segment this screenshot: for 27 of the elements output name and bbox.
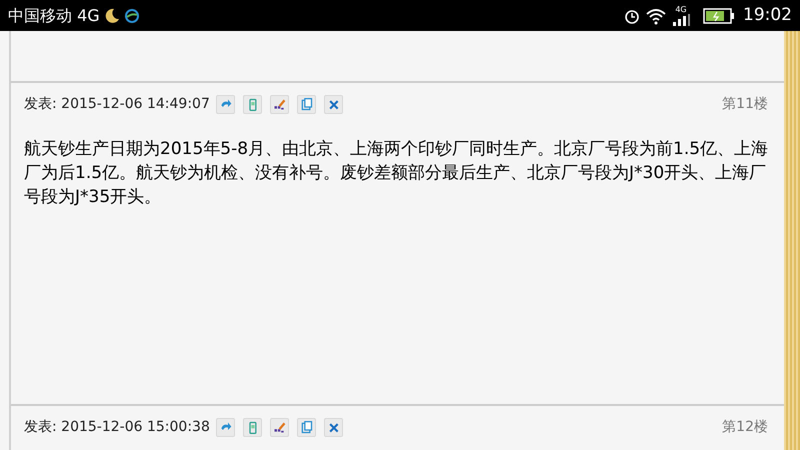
document-icon bbox=[298, 420, 314, 434]
floor-number: 第11楼 bbox=[722, 94, 768, 114]
post-timestamp: 发表: 2015-12-06 14:49:07 bbox=[24, 94, 210, 114]
document-button[interactable] bbox=[296, 418, 316, 436]
network-logo-icon bbox=[124, 8, 140, 24]
post-timestamp: 发表: 2015-12-06 15:00:38 bbox=[24, 418, 210, 436]
reply-arrow-button[interactable] bbox=[216, 94, 235, 114]
floor-number: 第12楼 bbox=[722, 418, 768, 436]
wifi-icon bbox=[645, 6, 667, 24]
moon-icon bbox=[104, 8, 120, 24]
close-button[interactable] bbox=[324, 418, 343, 436]
close-button[interactable] bbox=[324, 94, 343, 114]
battery-icon bbox=[703, 8, 735, 24]
signal-icon bbox=[671, 14, 691, 26]
edit-pencil-icon bbox=[272, 96, 287, 112]
carrier-label: 中国移动 4G bbox=[8, 4, 100, 26]
document-icon bbox=[298, 96, 314, 112]
network-type-label: 4G bbox=[675, 6, 687, 14]
edit-pencil-button[interactable] bbox=[270, 94, 289, 114]
phone-button[interactable] bbox=[242, 94, 262, 114]
document-button[interactable] bbox=[296, 94, 316, 114]
edit-pencil-icon bbox=[272, 420, 287, 434]
post-body: 航天钞生产日期为2015年5-8月、由北京、上海两个印钞厂同时生产。北京厂号段为前1.5亿、上海厂为后1.5亿。航天钞为机检、没有补号。废钞差额部分最后生产、北京厂号段为J*30开头、上海厂号段为J*35开头。 bbox=[23, 138, 770, 209]
edit-pencil-button[interactable] bbox=[270, 418, 289, 436]
clock-time: 19:02 bbox=[743, 4, 792, 27]
reply-arrow-button[interactable] bbox=[216, 418, 235, 436]
phone-button[interactable] bbox=[242, 418, 262, 436]
